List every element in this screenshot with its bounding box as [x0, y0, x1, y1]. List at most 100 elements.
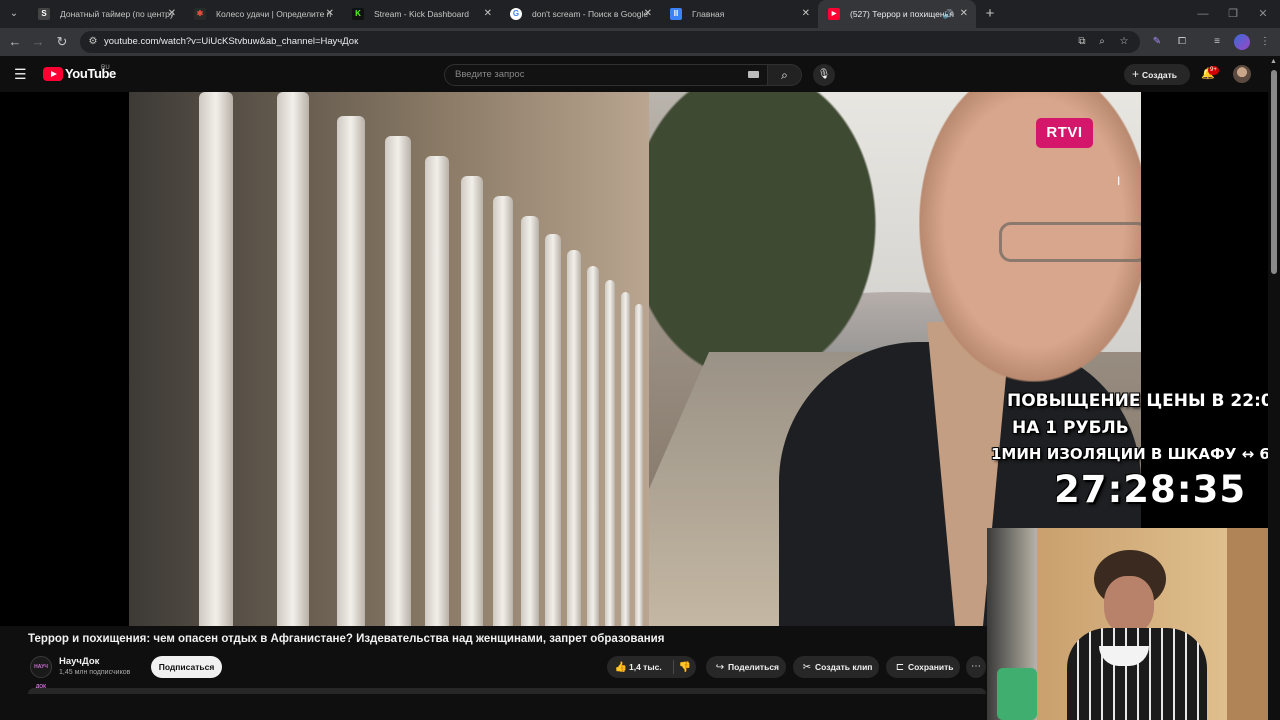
youtube-masthead: ☰ YouTube RU Введите запрос ⌕ 🎙 + Создать…	[0, 56, 1280, 92]
tab-favicon-icon: K	[352, 8, 364, 20]
tab-title: Колесо удачи | Определите п	[216, 9, 332, 19]
voice-search-button[interactable]: 🎙	[813, 64, 835, 86]
streamer-webcam	[987, 528, 1280, 720]
channel-name[interactable]: НаучДок	[59, 656, 99, 667]
tab-close-icon[interactable]: ✕	[168, 0, 176, 28]
back-icon[interactable]: ←	[5, 32, 25, 52]
tab-title: Главная	[692, 9, 725, 19]
donation-timer: 27:28:35	[1054, 468, 1247, 511]
tab-title: don't scream - Поиск в Google	[532, 9, 649, 19]
tab-close-icon[interactable]: ✕	[960, 0, 968, 28]
clip-button[interactable]: ✂ Создать клип	[793, 656, 879, 678]
subscriber-count: 1,45 млн подписчиков	[59, 669, 131, 676]
reload-icon[interactable]: ↻	[52, 32, 72, 52]
save-button[interactable]: ⊏ Сохранить	[886, 656, 960, 678]
browser-tab[interactable]: K Stream - Kick Dashboard ✕	[342, 0, 500, 28]
browser-tab[interactable]: ✱ Колесо удачи | Определите п ✕	[184, 0, 342, 28]
share-label: Поделиться	[728, 662, 780, 672]
channel-avatar[interactable]: НАУЧ ДОК	[30, 656, 52, 690]
search-placeholder: Введите запрос	[455, 69, 525, 80]
guide-menu-icon[interactable]: ☰	[14, 66, 30, 82]
fence-bar	[425, 156, 449, 626]
tab-close-icon[interactable]: ✕	[644, 0, 652, 28]
plus-icon: +	[1132, 67, 1140, 81]
account-avatar[interactable]	[1233, 65, 1251, 83]
keyboard-icon[interactable]	[748, 71, 759, 78]
tab-title: Донатный таймер (по центру	[60, 9, 175, 19]
scissors-icon: ✂	[802, 662, 812, 673]
browser-tab-active[interactable]: ▶ (527) Террор и похищения 🔊 ✕	[818, 0, 976, 28]
fence-bar	[461, 176, 483, 626]
stream-overlay-line3: 1МИН ИЗОЛЯЦИИ В ШКАФУ ↔ 6РУБ	[991, 445, 1280, 463]
tab-search-dropdown-icon[interactable]: ⌄	[4, 4, 24, 24]
maximize-icon[interactable]: ❐	[1218, 0, 1248, 28]
tab-favicon-icon: S	[38, 8, 50, 20]
text-cursor-icon: I	[1117, 174, 1121, 188]
tab-title: (527) Террор и похищения	[850, 9, 954, 19]
site-info-icon[interactable]: ⚙	[86, 35, 100, 49]
share-icon: ↪	[715, 662, 725, 673]
create-button[interactable]: + Создать	[1124, 64, 1190, 85]
tab-favicon-icon: G	[510, 8, 522, 20]
fence-bar	[621, 292, 630, 626]
notification-count-badge: 9+	[1208, 66, 1219, 75]
like-dislike-pill: 👍 1,4 тыс. 👎	[607, 656, 696, 678]
tab-close-icon[interactable]: ✕	[326, 0, 334, 28]
bookmark-star-icon[interactable]: ☆	[1116, 34, 1132, 50]
stream-overlay-line2: НА 1 РУБЛЬ	[1012, 418, 1129, 438]
like-button[interactable]: 👍 1,4 тыс.	[613, 662, 662, 673]
browser-tab[interactable]: G don't scream - Поиск в Google ✕	[500, 0, 660, 28]
browser-menu-icon[interactable]: ⋮	[1257, 34, 1273, 50]
more-actions-icon[interactable]: ⋯	[966, 656, 986, 678]
search-button[interactable]: ⌕	[768, 64, 802, 86]
share-button[interactable]: ↪ Поделиться	[706, 656, 786, 678]
tab-close-icon[interactable]: ✕	[802, 0, 810, 28]
browser-toolbar: ← → ↻ ⚙ youtube.com/watch?v=UiUcKStvbuw&…	[0, 28, 1280, 56]
youtube-logo-icon[interactable]	[43, 67, 63, 81]
like-separator	[673, 660, 674, 674]
scrollbar-thumb[interactable]	[1271, 70, 1277, 274]
save-label: Сохранить	[908, 662, 954, 672]
zoom-icon[interactable]: ⌕	[1094, 34, 1110, 50]
thumbs-down-icon: 👎	[678, 662, 692, 673]
scroll-up-icon[interactable]: ▲	[1270, 58, 1277, 65]
extensions-puzzle-icon[interactable]: ⧠	[1174, 34, 1190, 50]
microphone-icon: 🎙	[817, 69, 831, 80]
address-bar[interactable]: ⚙ youtube.com/watch?v=UiUcKStvbuw&ab_cha…	[80, 31, 1140, 53]
browser-tab-strip: ⌄ S Донатный таймер (по центру ✕ ✱ Колес…	[0, 0, 1280, 28]
reading-list-icon[interactable]: ≡	[1209, 34, 1225, 50]
url-text[interactable]: youtube.com/watch?v=UiUcKStvbuw&ab_chann…	[104, 31, 358, 53]
country-code: RU	[101, 65, 110, 71]
fence-bar	[635, 304, 643, 626]
browser-tab[interactable]: S Донатный таймер (по центру ✕	[28, 0, 184, 28]
fence-bar	[587, 266, 599, 626]
tab-close-icon[interactable]: ✕	[484, 0, 492, 28]
clip-label: Создать клип	[815, 662, 873, 672]
browser-profile-avatar[interactable]	[1234, 34, 1250, 50]
forward-icon[interactable]: →	[28, 32, 48, 52]
dislike-button[interactable]: 👎	[677, 656, 693, 679]
fence-bar	[385, 136, 411, 626]
fence-bar	[337, 116, 365, 626]
search-icon: ⌕	[781, 68, 788, 82]
tab-title: Stream - Kick Dashboard	[374, 9, 469, 19]
browser-tab[interactable]: II Главная ✕	[660, 0, 818, 28]
thumbs-up-icon: 👍	[614, 662, 628, 673]
subscribe-button[interactable]: Подписаться	[151, 656, 222, 678]
minimize-icon[interactable]: —	[1188, 0, 1218, 28]
cast-icon[interactable]: ⧉	[1074, 34, 1090, 50]
webcam-person-shirt	[1067, 628, 1207, 720]
fence-bar	[493, 196, 513, 626]
page-scrollbar[interactable]: ▲	[1268, 56, 1280, 720]
new-tab-icon[interactable]: +	[980, 4, 1000, 24]
tab-favicon-icon: ✱	[194, 8, 206, 20]
description-box[interactable]	[28, 688, 986, 694]
search-input[interactable]: Введите запрос	[444, 64, 768, 86]
fence-bar	[521, 216, 539, 626]
tab-favicon-icon: ▶	[828, 8, 840, 20]
create-label: Создать	[1142, 70, 1177, 80]
close-window-icon[interactable]: ✕	[1248, 0, 1278, 28]
extension-pen-icon[interactable]: ✎	[1149, 34, 1165, 50]
fence-bar	[605, 280, 615, 626]
tab-audio-icon[interactable]: 🔊	[943, 0, 954, 28]
